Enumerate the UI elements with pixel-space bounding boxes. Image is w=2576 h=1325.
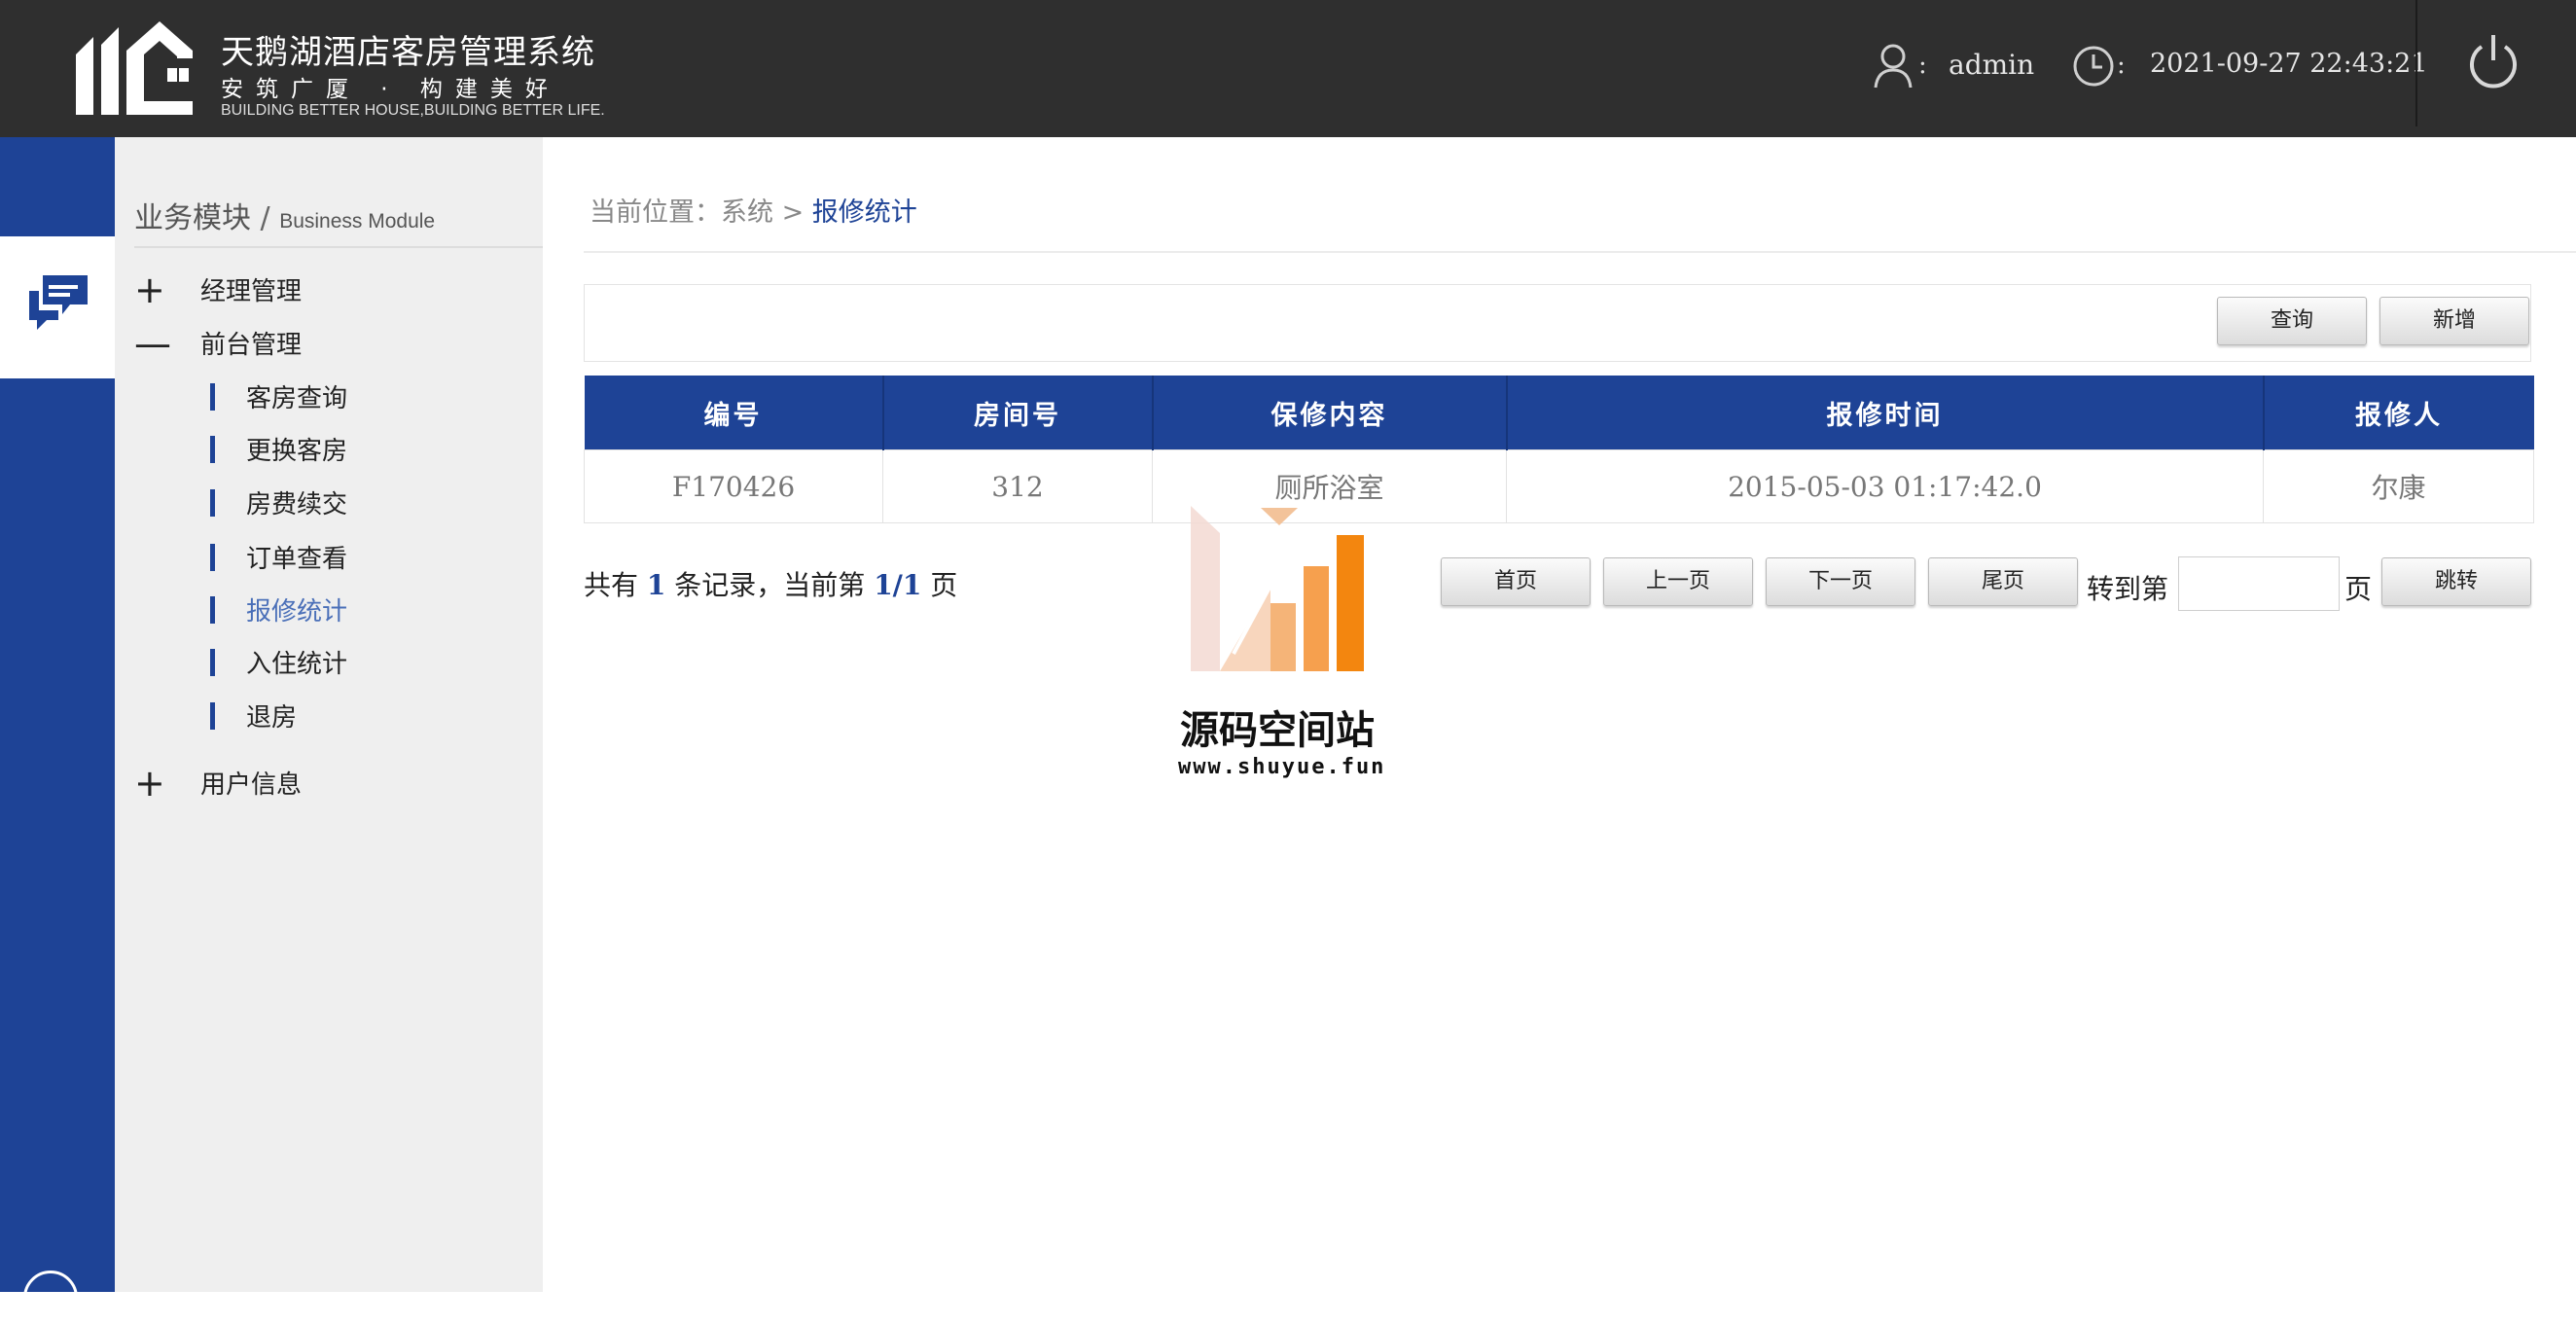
app-slogan: 安筑广厦 · 构建美好 <box>221 77 560 102</box>
app-slogan-en: BUILDING BETTER HOUSE,BUILDING BETTER LI… <box>221 102 605 119</box>
toolbar: 查询 新增 <box>584 284 2531 362</box>
sidebar-item-renew-fee[interactable]: 房费续交 <box>210 484 347 520</box>
collapse-icon: — <box>134 321 171 365</box>
sidebar: 业务模块 / Business Module + 经理管理 — 前台管理 客房查询 … <box>115 137 543 1292</box>
col-header-room: 房间号 <box>882 376 1154 450</box>
sidebar-group-label: 用户信息 <box>200 770 303 800</box>
sidebar-item-label: 更换客房 <box>246 437 348 466</box>
clock-icon <box>2073 46 2114 87</box>
goto-prefix: 转到第 <box>2087 573 2169 605</box>
sidebar-item-label: 入住统计 <box>246 650 348 679</box>
table-header-row: 编号 房间号 保修内容 报修时间 报修人 <box>584 376 2534 450</box>
cell-id: F170426 <box>584 449 883 523</box>
item-bar <box>210 543 215 571</box>
current-datetime: 2021-09-27 22:43:21 <box>2150 49 2428 79</box>
breadcrumb-divider <box>584 251 2576 253</box>
page-number-input[interactable] <box>2178 556 2340 611</box>
pager-text-1: 共有 <box>584 569 647 601</box>
watermark-title: 源码空间站 <box>1180 708 1375 753</box>
sidebar-item-change-room[interactable]: 更换客房 <box>210 431 347 467</box>
item-bar <box>210 435 215 463</box>
module-title-sep: / <box>251 201 280 235</box>
sidebar-item-repair-stats[interactable]: 报修统计 <box>210 591 347 627</box>
sidebar-item-checkin-stats[interactable]: 入住统计 <box>210 644 347 680</box>
expand-icon: + <box>134 761 165 805</box>
sidebar-group-user-info[interactable]: + 用户信息 <box>134 761 303 805</box>
record-count: 1 <box>646 569 666 601</box>
watermark-logo-icon <box>1191 506 1364 671</box>
module-title: 业务模块 / Business Module <box>134 194 435 236</box>
col-header-id: 编号 <box>584 376 884 450</box>
col-header-content: 保修内容 <box>1152 376 1508 450</box>
sidebar-group-label: 经理管理 <box>200 277 303 306</box>
last-page-button[interactable]: 尾页 <box>1928 557 2078 606</box>
app-title: 天鹅湖酒店客房管理系统 <box>221 33 595 72</box>
cell-time: 2015-05-03 01:17:42.0 <box>1506 449 2264 523</box>
pager-text-2: 条记录，当前第 <box>665 569 875 601</box>
user-colon: : <box>1918 51 1927 80</box>
item-bar <box>210 701 215 730</box>
prev-page-button[interactable]: 上一页 <box>1603 557 1753 606</box>
next-page-button[interactable]: 下一页 <box>1766 557 1915 606</box>
module-title-zh: 业务模块 <box>134 201 251 235</box>
current-user: admin <box>1949 49 2035 81</box>
breadcrumb-prefix: 当前位置：系统 > <box>590 197 812 228</box>
top-header: 天鹅湖酒店客房管理系统 安筑广厦 · 构建美好 BUILDING BETTER … <box>0 0 2576 137</box>
item-bar <box>210 488 215 517</box>
sidebar-item-label: 报修统计 <box>246 597 348 627</box>
col-header-reporter: 报修人 <box>2263 376 2534 450</box>
expand-icon: + <box>134 268 165 311</box>
sidebar-item-label: 客房查询 <box>246 384 348 413</box>
sidebar-group-front-desk[interactable]: — 前台管理 <box>134 321 303 365</box>
sidebar-group-manager[interactable]: + 经理管理 <box>134 268 303 311</box>
user-icon <box>1874 44 1913 89</box>
sidebar-item-label: 订单查看 <box>246 545 348 574</box>
add-button[interactable]: 新增 <box>2379 297 2529 345</box>
breadcrumb-current: 报修统计 <box>811 197 917 228</box>
sidebar-item-room-query[interactable]: 客房查询 <box>210 378 347 414</box>
repair-table: 编号 房间号 保修内容 报修时间 报修人 F170426 312 厕所浴室 20… <box>584 376 2534 523</box>
pager-text-3: 页 <box>921 569 958 601</box>
pager-summary: 共有 1 条记录，当前第 1/1 页 <box>584 564 957 603</box>
time-colon: : <box>2117 51 2126 80</box>
item-bar <box>210 382 215 411</box>
query-button[interactable]: 查询 <box>2217 297 2367 345</box>
goto-page-button[interactable]: 跳转 <box>2381 557 2531 606</box>
goto-suffix: 页 <box>2344 573 2373 605</box>
chat-bubbles-icon <box>29 275 88 330</box>
col-header-time: 报修时间 <box>1506 376 2265 450</box>
table-row[interactable]: F170426 312 厕所浴室 2015-05-03 01:17:42.0 尔… <box>584 449 2534 523</box>
item-bar <box>210 595 215 624</box>
cell-reporter: 尔康 <box>2263 449 2534 523</box>
sidebar-item-checkout[interactable]: 退房 <box>210 698 297 734</box>
breadcrumb: 当前位置：系统 > 报修统计 <box>590 191 917 229</box>
house-logo-icon <box>76 21 193 115</box>
business-module-tab[interactable] <box>0 236 115 378</box>
header-divider <box>2415 0 2417 126</box>
first-page-button[interactable]: 首页 <box>1441 557 1591 606</box>
cell-room: 312 <box>882 449 1153 523</box>
rail-bottom-icon[interactable] <box>23 1271 78 1325</box>
sidebar-item-label: 房费续交 <box>246 490 348 519</box>
sidebar-item-orders[interactable]: 订单查看 <box>210 539 347 575</box>
sidebar-group-label: 前台管理 <box>200 331 303 360</box>
sidebar-divider <box>134 246 543 248</box>
watermark-url: www.shuyue.fun <box>1178 755 1386 779</box>
page-indicator: 1/1 <box>874 569 922 601</box>
sidebar-item-label: 退房 <box>246 703 298 733</box>
module-title-en: Business Module <box>279 210 436 233</box>
power-icon[interactable] <box>2466 31 2521 91</box>
item-bar <box>210 648 215 676</box>
